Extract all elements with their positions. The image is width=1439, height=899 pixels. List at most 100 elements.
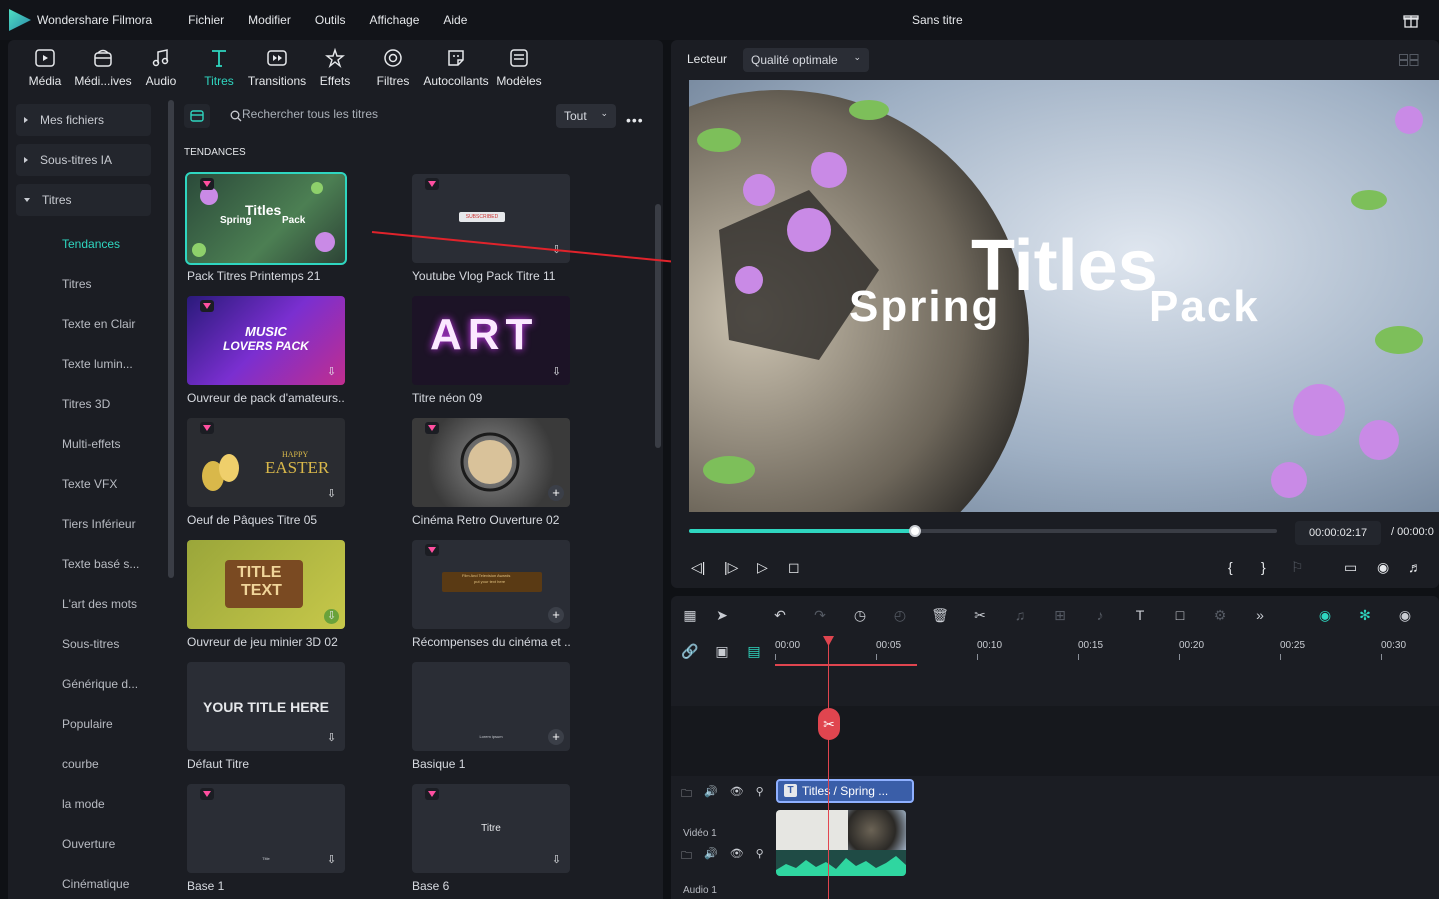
sidebar-item-texte-clair[interactable]: Texte en Clair	[16, 304, 151, 344]
sidebar-item-multi-effets[interactable]: Multi-effets	[16, 424, 151, 464]
mark-out-icon[interactable]: }	[1261, 559, 1266, 575]
title-card-music-lovers[interactable]: MUSIC LOVERS PACK ⇩ Ouvreur de pack d'am…	[187, 296, 345, 405]
tab-media[interactable]: Média	[16, 40, 74, 96]
split-icon[interactable]: ✂	[971, 607, 989, 625]
tab-stickers[interactable]: Autocollants	[422, 40, 490, 96]
speed-icon[interactable]: ◷	[851, 607, 869, 625]
undo-icon[interactable]: ↶	[771, 607, 789, 625]
current-timecode[interactable]: 00:00:02:17	[1295, 521, 1381, 545]
next-frame-icon[interactable]: |▷	[724, 559, 738, 576]
quality-dropdown[interactable]: Qualité optimale ⌄	[743, 48, 869, 72]
menu-modifier[interactable]: Modifier	[248, 13, 291, 27]
sidebar-item-sous-titres[interactable]: Sous-titres	[16, 624, 151, 664]
menu-fichier[interactable]: Fichier	[188, 13, 224, 27]
playhead-cut-icon[interactable]: ✂	[818, 708, 840, 740]
add-icon[interactable]: +	[548, 729, 564, 745]
mark-in-icon[interactable]: {	[1228, 559, 1233, 575]
search-input[interactable]	[222, 107, 522, 121]
text-tool-icon[interactable]: T	[1131, 607, 1149, 625]
layout-grid-icon[interactable]	[1399, 54, 1419, 66]
playback-progress-handle[interactable]	[909, 525, 922, 537]
crop-icon[interactable]: ⊞	[1051, 607, 1069, 625]
delete-icon[interactable]: 🗑	[931, 607, 949, 625]
title-card-basic-1[interactable]: Lorem ipsum + Basique 1	[412, 662, 570, 771]
title-card-youtube-vlog[interactable]: SUBSCRIBED ⇩ Youtube Vlog Pack Titre 11	[412, 174, 570, 283]
sidebar-item-tiers-inferieur[interactable]: Tiers Inférieur	[16, 504, 151, 544]
sidebar-group-titres[interactable]: Titres	[16, 184, 151, 216]
title-card-base-1[interactable]: Title ⇩ Base 1	[187, 784, 345, 893]
sidebar-item-art-des-mots[interactable]: L'art des mots	[16, 584, 151, 624]
menu-outils[interactable]: Outils	[315, 13, 346, 27]
eye-icon[interactable]: 👁	[730, 785, 744, 804]
tab-transitions[interactable]: Transitions	[248, 40, 306, 96]
sidebar-item-tendances[interactable]: Tendances	[16, 224, 151, 264]
tab-audio[interactable]: Audio	[132, 40, 190, 96]
sidebar-item-texte-lumineux[interactable]: Texte lumin...	[16, 344, 151, 384]
menu-affichage[interactable]: Affichage	[370, 13, 420, 27]
title-clip[interactable]: T Titles / Spring ...	[776, 779, 914, 803]
download-icon[interactable]: ⇩	[324, 853, 339, 868]
snapshot-icon[interactable]: ◉	[1377, 559, 1389, 576]
sidebar-item-cinematique[interactable]: Cinématique	[16, 864, 151, 899]
title-card-mining-game[interactable]: TITLE TEXT ⇩ Ouvreur de jeu minier 3D 02	[187, 540, 345, 649]
sidebar-item-texte-base[interactable]: Texte basé s...	[16, 544, 151, 584]
download-icon[interactable]: ⇩	[324, 365, 339, 380]
title-card-easter[interactable]: HAPPY EASTER ⇩ Oeuf de Pâques Titre 05	[187, 418, 345, 527]
sidebar-item-ouverture[interactable]: Ouverture	[16, 824, 151, 864]
timer-icon[interactable]: ◴	[891, 607, 909, 625]
smart-cut-icon[interactable]: ✻	[1356, 607, 1374, 625]
timeline-ruler[interactable]: 00:00 00:05 00:10 00:15 00:20 00:25 00:3…	[775, 636, 1439, 666]
video-preview[interactable]: Titles Spring Pack	[689, 80, 1439, 512]
volume-icon[interactable]: ♬	[1408, 559, 1422, 575]
title-card-spring-pack[interactable]: Titles Spring Pack Pack Titres Printemps…	[185, 172, 347, 283]
audio-split-icon[interactable]: ♫	[1011, 607, 1029, 625]
stop-icon[interactable]: ◻	[788, 559, 800, 576]
title-card-default[interactable]: YOUR TITLE HERE ⇩ Défaut Titre	[187, 662, 345, 771]
store-button[interactable]	[184, 104, 210, 128]
gift-icon[interactable]	[1403, 12, 1419, 28]
add-track-icon[interactable]: ▤	[745, 643, 763, 661]
tab-effects[interactable]: Effets	[306, 40, 364, 96]
speaker-icon[interactable]: 🔊	[704, 785, 718, 804]
select-tool-icon[interactable]: ➤	[713, 607, 731, 625]
add-icon[interactable]: +	[548, 607, 564, 623]
sidebar-item-la-mode[interactable]: la mode	[16, 784, 151, 824]
sidebar-item-titres-3d[interactable]: Titres 3D	[16, 384, 151, 424]
menu-aide[interactable]: Aide	[443, 13, 467, 27]
video-clip[interactable]	[776, 810, 906, 876]
sidebar-item-titres[interactable]: Titres	[16, 264, 151, 304]
sidebar-item-courbe[interactable]: courbe	[16, 744, 151, 784]
sidebar-item-generique[interactable]: Générique d...	[16, 664, 151, 704]
play-icon[interactable]: ▷	[757, 559, 768, 576]
display-icon[interactable]: ▭	[1344, 559, 1357, 576]
folder-icon[interactable]: 🗀	[681, 847, 692, 866]
filter-dropdown[interactable]: Tout ⌄	[556, 104, 616, 128]
download-icon[interactable]: ⇩	[549, 365, 564, 380]
tab-filters[interactable]: Filtres	[364, 40, 422, 96]
tab-titles[interactable]: Titres	[190, 40, 248, 96]
lock-icon[interactable]: ⚲	[756, 785, 764, 804]
speaker-icon[interactable]: 🔊	[704, 847, 718, 866]
shape-icon[interactable]: □	[1171, 607, 1189, 625]
layout-icon[interactable]: ▦	[681, 607, 699, 625]
lock-icon[interactable]: ⚲	[756, 847, 764, 866]
title-card-cinema-retro[interactable]: + Cinéma Retro Ouverture 02	[412, 418, 570, 527]
download-icon[interactable]: ⇩	[324, 731, 339, 746]
marker-icon[interactable]: ⚐	[1291, 559, 1304, 576]
sidebar-item-populaire[interactable]: Populaire	[16, 704, 151, 744]
ai-tool-icon[interactable]: ⚙	[1211, 607, 1229, 625]
title-card-neon[interactable]: ART ⇩ Titre néon 09	[412, 296, 570, 405]
tab-templates[interactable]: Modèles	[490, 40, 548, 96]
record-icon[interactable]: ◉	[1396, 607, 1414, 625]
sidebar-scrollbar[interactable]	[168, 100, 174, 578]
eye-icon[interactable]: 👁	[730, 847, 744, 866]
tab-stock-media[interactable]: Médi...ives	[74, 40, 132, 96]
redo-icon[interactable]: ↷	[811, 607, 829, 625]
title-card-base-6[interactable]: Titre ⇩ Base 6	[412, 784, 570, 893]
more-options-button[interactable]: •••	[626, 112, 644, 128]
ai-copilot-icon[interactable]: ◉	[1316, 607, 1334, 625]
download-icon[interactable]: ⇩	[324, 487, 339, 502]
add-icon[interactable]: +	[548, 485, 564, 501]
audio-icon[interactable]: ♪	[1091, 607, 1109, 625]
download-icon[interactable]: ⇩	[549, 853, 564, 868]
